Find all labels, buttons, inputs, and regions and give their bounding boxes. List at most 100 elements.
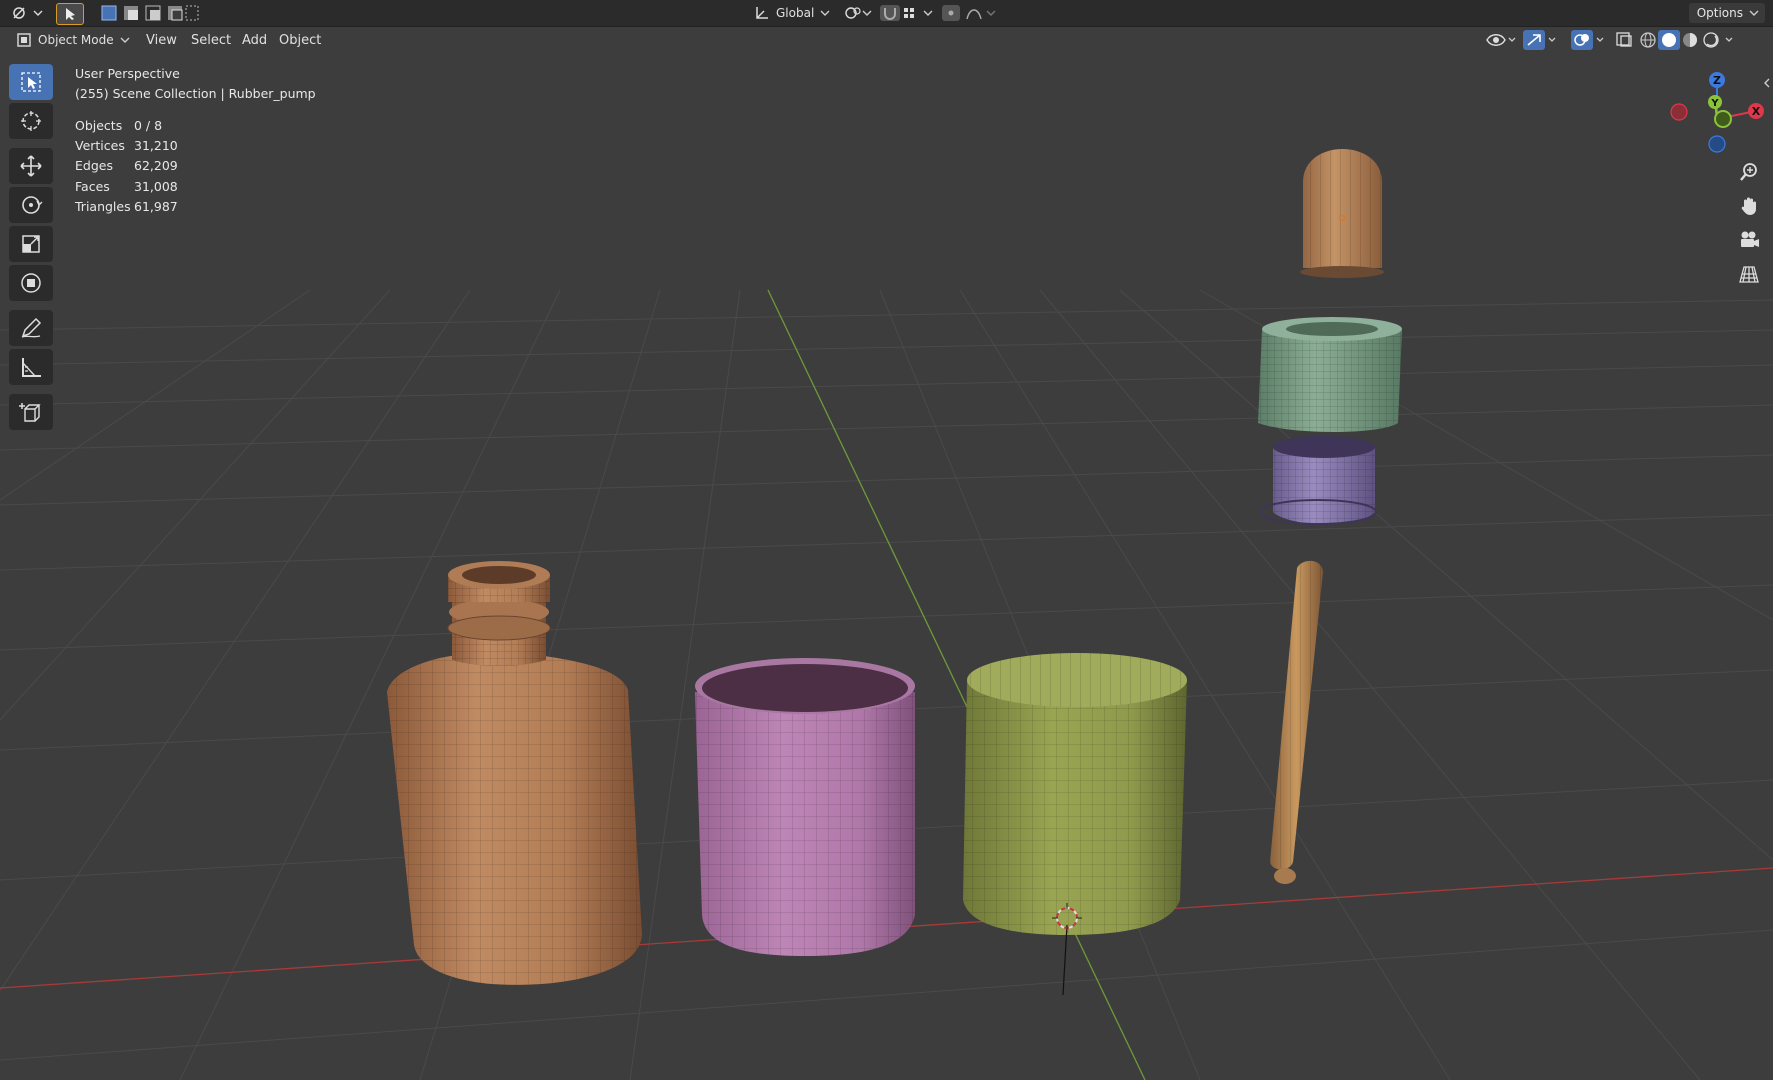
- selection-mode-icons[interactable]: [99, 4, 199, 22]
- negative-y-handle[interactable]: [1714, 110, 1732, 128]
- stat-row-faces: Faces 31,008: [75, 177, 178, 197]
- gizmo-toggle-icon[interactable]: [1523, 30, 1556, 50]
- camera-view-button[interactable]: [1735, 226, 1763, 254]
- tool-rotate[interactable]: [9, 187, 53, 223]
- stat-label: Triangles: [75, 198, 131, 214]
- editor-type-button[interactable]: [8, 3, 46, 23]
- mode-label: Object Mode: [38, 33, 114, 47]
- overlays-toggle-icon[interactable]: [1571, 30, 1604, 50]
- shading-material-icon[interactable]: [1683, 33, 1697, 47]
- menu-select[interactable]: Select: [186, 31, 236, 50]
- x-axis-label: X: [1752, 105, 1761, 118]
- measure-ruler-icon: [22, 358, 41, 377]
- stat-row-edges: Edges 62,209: [75, 156, 178, 176]
- stat-label: Objects: [75, 118, 123, 133]
- transform-orientation-dropdown[interactable]: Global: [748, 3, 844, 23]
- zoom-magnifier-icon: [1740, 163, 1757, 181]
- view-name: User Perspective: [75, 66, 180, 81]
- tool-scale[interactable]: [9, 226, 53, 262]
- viewport-display-controls: [1483, 30, 1773, 50]
- dip-tube-object[interactable]: [1270, 560, 1323, 884]
- bottle-object[interactable]: [387, 561, 642, 985]
- move-arrows-icon: [20, 155, 42, 177]
- stat-value: 0 / 8: [134, 118, 163, 133]
- tool-measure[interactable]: [9, 349, 53, 385]
- proportional-editing-group[interactable]: [942, 3, 998, 23]
- cursor-arrow-icon: [66, 8, 75, 20]
- chevron-left-icon: [1764, 78, 1770, 88]
- shading-solid-icon[interactable]: [1658, 30, 1680, 50]
- shading-options-icon[interactable]: [1725, 37, 1733, 42]
- stat-value: 31,008: [134, 178, 178, 194]
- negative-x-handle[interactable]: [1670, 103, 1688, 121]
- snap-magnet-icon: [880, 5, 933, 21]
- rotate-icon: [22, 196, 43, 214]
- navigation-gizmo[interactable]: Z X Y: [1660, 64, 1765, 164]
- pink-cylinder-object[interactable]: [695, 658, 915, 956]
- menu-object[interactable]: Object: [274, 31, 326, 50]
- hand-icon: [1741, 197, 1756, 215]
- viewport-header: Object Mode View Select Add Object: [0, 27, 1773, 53]
- navigation-buttons: [1735, 158, 1765, 294]
- xray-toggle-icon[interactable]: [1616, 32, 1632, 47]
- stat-value: 62,209: [134, 158, 178, 174]
- stat-row-vertices: Vertices 31,210: [75, 136, 178, 156]
- y-axis-label: Y: [1710, 98, 1719, 109]
- scene-canvas[interactable]: [0, 54, 1773, 1080]
- options-label: Options: [1696, 6, 1743, 20]
- tool-cursor[interactable]: [9, 103, 53, 139]
- mode-dropdown[interactable]: Object Mode: [10, 30, 142, 50]
- stat-row-objects: Objects 0 / 8: [75, 116, 178, 136]
- selection-mode-group: [98, 3, 200, 23]
- purple-cap-object[interactable]: [1259, 436, 1377, 525]
- scale-icon: [22, 235, 40, 253]
- orientation-label: Global: [776, 6, 815, 20]
- annotate-pencil-icon: [21, 317, 42, 338]
- pivot-point-dropdown[interactable]: [842, 3, 874, 23]
- chevron-down-icon: [820, 10, 830, 16]
- add-cube-icon: [19, 403, 41, 422]
- stat-label: Edges: [75, 158, 113, 174]
- chevron-down-icon: [120, 37, 130, 43]
- select-box-icon: [21, 72, 41, 92]
- shading-wireframe-icon[interactable]: [1640, 32, 1656, 48]
- tool-select-box[interactable]: [9, 64, 53, 100]
- snapping-group[interactable]: [880, 3, 936, 23]
- stat-row-triangles: Triangles 61,987: [75, 197, 178, 217]
- collection-path: (255) Scene Collection | Rubber_pump: [75, 86, 316, 101]
- green-cylinder-object[interactable]: [963, 653, 1187, 935]
- negative-z-handle[interactable]: [1708, 135, 1726, 153]
- editor-type-icon: [13, 7, 43, 19]
- select-tool-button[interactable]: [56, 3, 84, 25]
- object-mode-icon: [17, 33, 31, 47]
- shading-rendered-icon[interactable]: [1703, 32, 1719, 48]
- camera-icon: [1741, 231, 1759, 247]
- visibility-eye-icon[interactable]: [1486, 34, 1516, 46]
- orientation-icon: [756, 7, 768, 19]
- 3d-viewport[interactable]: [0, 54, 1773, 1080]
- toggle-perspective-button[interactable]: [1735, 260, 1763, 288]
- z-axis-label: Z: [1713, 74, 1721, 87]
- tool-add-cube[interactable]: [9, 394, 53, 430]
- transform-icon: [21, 273, 41, 293]
- menu-view[interactable]: View: [141, 31, 182, 50]
- stat-label: Faces: [75, 178, 110, 194]
- options-dropdown[interactable]: Options: [1688, 3, 1765, 23]
- tool-transform[interactable]: [9, 265, 53, 301]
- pump-head-object[interactable]: [1300, 149, 1384, 278]
- tool-move[interactable]: [9, 148, 53, 184]
- tool-annotate[interactable]: [9, 310, 53, 346]
- proportional-editing-icon: [942, 5, 996, 21]
- scene-statistics: Objects 0 / 8 Vertices 31,210 Edges 62,209 …: [75, 116, 178, 217]
- stat-value: 31,210: [134, 138, 178, 154]
- cursor-target-icon: [21, 111, 41, 131]
- green-collar-object[interactable]: [1258, 317, 1402, 432]
- pan-button[interactable]: [1735, 192, 1763, 220]
- chevron-down-icon: [1749, 10, 1759, 16]
- viewport-info: User Perspective (255) Scene Collection …: [75, 64, 316, 104]
- menu-add[interactable]: Add: [237, 31, 272, 50]
- top-toolbar: Global Options: [0, 0, 1773, 27]
- sidebar-toggle[interactable]: [1762, 74, 1772, 88]
- zoom-button[interactable]: [1735, 158, 1763, 186]
- pivot-icon: [845, 7, 872, 19]
